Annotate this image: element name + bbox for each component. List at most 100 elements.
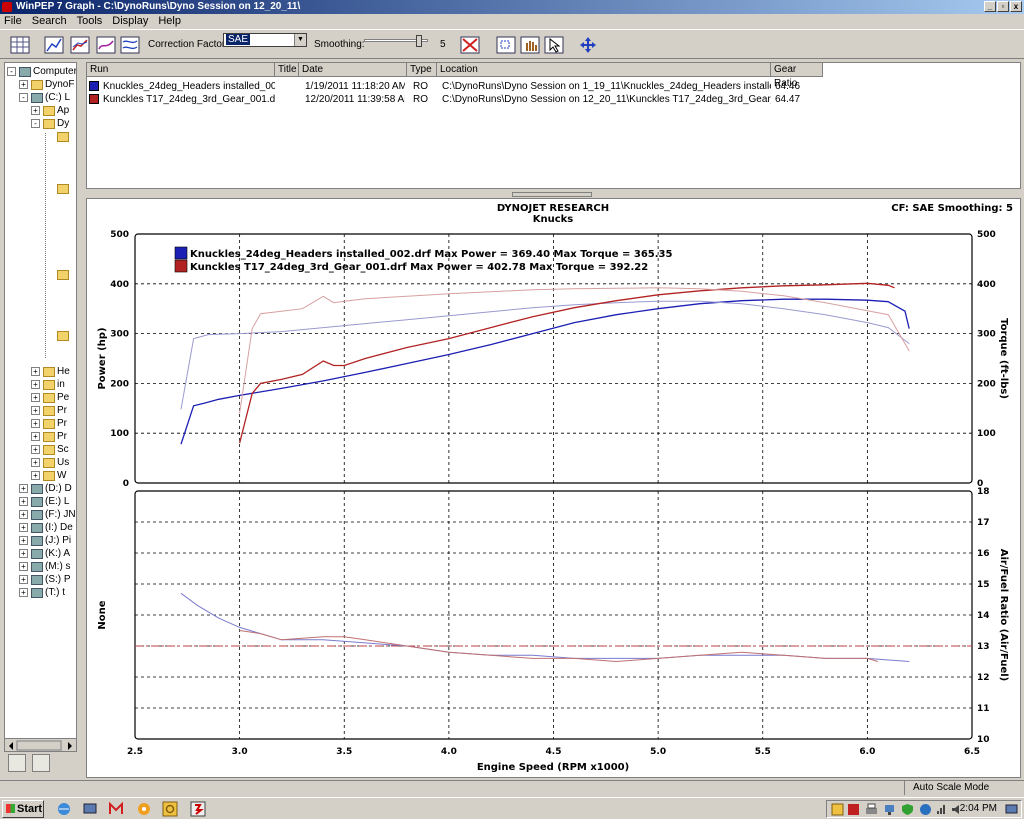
expand-icon[interactable]: + [31, 106, 40, 115]
expand-icon[interactable]: + [31, 458, 40, 467]
menu-tools[interactable]: Tools [77, 14, 103, 29]
expand-icon[interactable]: + [19, 80, 28, 89]
tree-item[interactable]: + Pe [31, 391, 69, 404]
show-desktop-icon[interactable] [1005, 803, 1018, 816]
shield-icon[interactable] [901, 803, 914, 816]
correction-factor-dropdown[interactable]: SAE ▼ [223, 33, 307, 47]
dyno-chart[interactable]: DYNOJET RESEARCHKnucks CF: SAE Smoothing:… [87, 199, 1020, 777]
restore-button[interactable]: ▫ [997, 1, 1009, 12]
tray-app-icon[interactable] [831, 803, 844, 816]
media-icon[interactable] [136, 801, 152, 817]
expand-icon[interactable]: + [19, 484, 28, 493]
run-name[interactable]: Kunckles T17_24deg_3rd_Gear_001.drf [103, 93, 275, 106]
browser-icon[interactable] [56, 801, 72, 817]
menu-search[interactable]: Search [32, 14, 67, 29]
tree-item[interactable]: + Us [31, 456, 69, 469]
expand-icon[interactable]: + [31, 432, 40, 441]
multi-graph-icon[interactable] [118, 34, 142, 56]
smoothing-slider[interactable] [364, 35, 428, 47]
menu-file[interactable]: File [4, 14, 22, 29]
expand-icon[interactable]: + [19, 497, 28, 506]
printer-icon[interactable] [865, 803, 878, 816]
tree-item[interactable]: + Pr [31, 417, 67, 430]
minimize-button[interactable]: _ [984, 1, 996, 12]
clear-graph-icon[interactable] [458, 34, 482, 56]
tree-item[interactable]: + W [31, 469, 66, 482]
run-name[interactable]: Knuckles_24deg_Headers installed_002.drf [103, 80, 275, 93]
tree-item[interactable] [57, 130, 71, 143]
expand-icon[interactable]: + [19, 588, 28, 597]
collapse-icon[interactable]: - [19, 93, 28, 102]
tree-item[interactable]: + (J:) Pi [19, 534, 71, 547]
column-header-gear-ratio[interactable]: Gear Ratio [771, 63, 823, 89]
pan-hand-icon[interactable] [518, 34, 542, 56]
column-header-title[interactable]: Title [275, 63, 299, 77]
expand-icon[interactable]: + [19, 510, 28, 519]
expand-icon[interactable]: + [19, 575, 28, 584]
tree-item[interactable]: + Ap [31, 104, 69, 117]
line-graph-icon[interactable] [68, 34, 92, 56]
expand-icon[interactable]: + [19, 523, 28, 532]
tree-item[interactable]: + (K:) A [19, 547, 70, 560]
vertical-splitter[interactable] [80, 62, 84, 777]
expand-icon[interactable]: + [31, 380, 40, 389]
move-arrows-icon[interactable] [576, 34, 600, 56]
chevron-down-icon[interactable]: ▼ [294, 34, 306, 46]
tree-item[interactable]: - (C:) L [19, 91, 70, 104]
expand-icon[interactable]: + [31, 471, 40, 480]
column-header-type[interactable]: Type [407, 63, 437, 77]
column-header-run[interactable]: Run [87, 63, 275, 77]
winpep-icon[interactable] [190, 801, 206, 817]
signal-icon[interactable] [935, 803, 948, 816]
collapse-icon[interactable]: - [7, 67, 16, 76]
tree-item[interactable]: + (M:) s [19, 560, 71, 573]
edit-notes-icon[interactable] [8, 754, 26, 772]
menu-help[interactable]: Help [158, 14, 181, 29]
expand-icon[interactable]: + [31, 367, 40, 376]
expand-icon[interactable]: + [19, 562, 28, 571]
horizontal-splitter[interactable] [512, 192, 592, 197]
mail-icon[interactable] [108, 801, 124, 817]
folder-tree[interactable]: - Computer + DynoF - (C:) L + Ap - Dy + He + in + Pe + Pr… [4, 62, 77, 752]
tree-item[interactable]: + He [31, 365, 70, 378]
tree-item[interactable]: + DynoF [19, 78, 74, 91]
tree-item[interactable]: + Pr [31, 430, 67, 443]
expand-icon[interactable]: + [31, 419, 40, 428]
grid-view-icon[interactable] [8, 34, 32, 56]
slider-thumb[interactable] [416, 35, 422, 47]
tree-item[interactable] [57, 329, 71, 342]
tree-item[interactable]: + Pr [31, 404, 67, 417]
start-button[interactable]: Start [2, 800, 44, 818]
tree-item[interactable]: + (T:) t [19, 586, 65, 599]
tree-item[interactable]: - Dy [31, 117, 69, 130]
cursor-select-icon[interactable] [542, 34, 566, 56]
desktop-icon[interactable] [82, 801, 98, 817]
expand-icon[interactable]: + [31, 445, 40, 454]
column-header-date[interactable]: Date [299, 63, 407, 77]
tree-item[interactable]: + (F:) JN [19, 508, 76, 521]
overlay-graph-icon[interactable] [94, 34, 118, 56]
menu-display[interactable]: Display [112, 14, 148, 29]
column-header-location[interactable]: Location [437, 63, 771, 77]
network-icon[interactable] [883, 803, 896, 816]
expand-icon[interactable]: + [31, 406, 40, 415]
tree-item[interactable] [57, 268, 71, 281]
expand-icon[interactable]: + [19, 536, 28, 545]
tree-item[interactable]: + Sc [31, 443, 69, 456]
tree-item[interactable] [57, 182, 71, 195]
tree-item[interactable]: - Computer [7, 65, 76, 78]
tree-item[interactable]: + in [31, 378, 65, 391]
tree-horizontal-scrollbar[interactable] [4, 738, 77, 752]
tree-item[interactable]: + (I:) De [19, 521, 73, 534]
pdf-icon[interactable] [847, 803, 860, 816]
zoom-box-icon[interactable] [494, 34, 518, 56]
export-icon[interactable] [32, 754, 50, 772]
tree-item[interactable]: + (E:) L [19, 495, 69, 508]
expand-icon[interactable]: + [31, 393, 40, 402]
bar-graph-icon[interactable] [42, 34, 66, 56]
tree-item[interactable]: + (S:) P [19, 573, 71, 586]
tree-item[interactable]: + (D:) D [19, 482, 72, 495]
app-icon-o[interactable] [162, 801, 178, 817]
close-button[interactable]: x [1010, 1, 1022, 12]
expand-icon[interactable]: + [19, 549, 28, 558]
